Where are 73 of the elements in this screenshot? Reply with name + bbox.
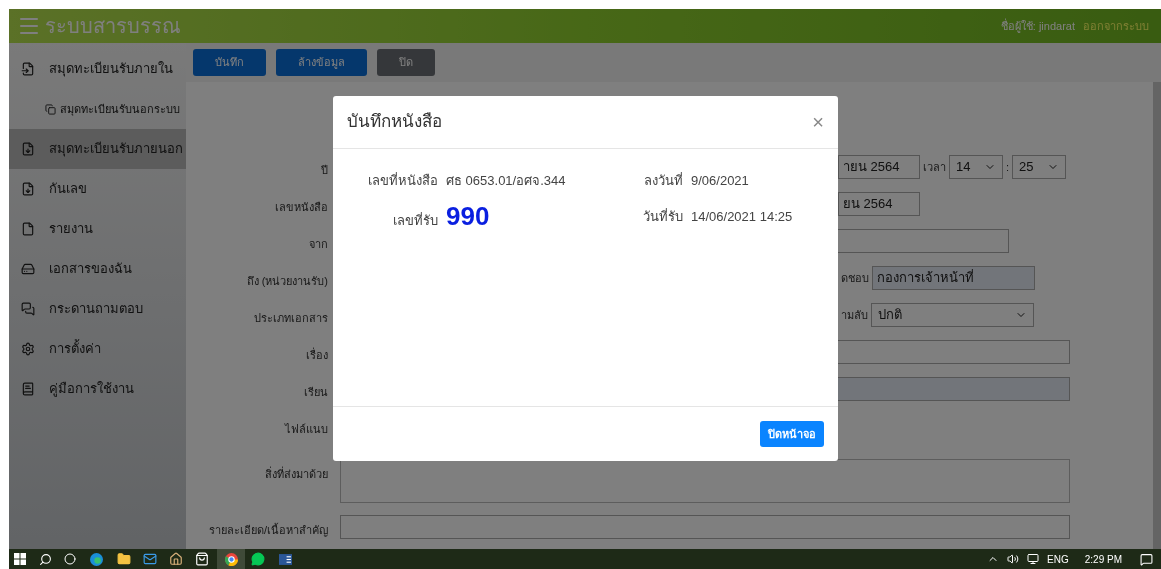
- chat-icon: [21, 302, 35, 316]
- form-label: จาก: [309, 237, 328, 252]
- info-label: วันที่รับ: [642, 207, 683, 227]
- info-value: 14/06/2021 14:25: [691, 208, 793, 227]
- info-value: ศธ 0653.01/อศจ.344: [446, 172, 566, 191]
- book-icon: [21, 382, 35, 396]
- toolbar-button[interactable]: บันทึก: [193, 49, 266, 76]
- chrome-icon[interactable]: [224, 552, 238, 566]
- form-label: ไฟล์แนบ: [285, 422, 328, 437]
- close-screen-button[interactable]: ปิดหน้าจอ: [760, 421, 824, 447]
- app-title: ระบบสารบรรณ: [45, 14, 181, 39]
- settings-icon: [21, 342, 35, 356]
- textarea-field[interactable]: [340, 459, 1070, 503]
- chat-bubble-icon[interactable]: [251, 552, 265, 566]
- sidebar-item[interactable]: การตั้งค่า: [9, 329, 186, 369]
- select-field[interactable]: ปกติ: [871, 303, 1034, 327]
- form-label: เลขหนังสือ: [275, 200, 328, 215]
- sidebar-item[interactable]: สมุดทะเบียนรับนอกระบบ: [9, 89, 186, 129]
- info-value: 990: [446, 203, 490, 230]
- sidebar-item[interactable]: เอกสารของฉัน: [9, 249, 186, 289]
- form-label: เรื่อง: [306, 347, 328, 363]
- speaker-icon[interactable]: [1007, 553, 1020, 565]
- text-field[interactable]: ยน 2564: [838, 192, 920, 216]
- mail-icon[interactable]: [143, 552, 157, 566]
- network-icon[interactable]: [1027, 553, 1040, 565]
- bag-icon[interactable]: [195, 552, 209, 566]
- sidebar-item[interactable]: คู่มือการใช้งาน: [9, 369, 186, 409]
- file-arrow-icon: [21, 62, 35, 76]
- sidebar-item[interactable]: กระดานถามตอบ: [9, 289, 186, 329]
- sidebar-item[interactable]: สมุดทะเบียนรับภายใน: [9, 49, 186, 89]
- clock[interactable]: 2:29 PM: [1084, 551, 1122, 567]
- file-arrow-icon: [21, 182, 35, 196]
- folder-icon[interactable]: [117, 552, 131, 566]
- select-field[interactable]: 25: [1012, 155, 1067, 179]
- document-icon[interactable]: [279, 552, 292, 566]
- select-field[interactable]: 14: [949, 155, 1003, 179]
- windows-icon[interactable]: [14, 553, 26, 565]
- form-label: รายละเอียด/เนื้อหาสำคัญ: [208, 522, 328, 539]
- text-field[interactable]: ายน 2564: [838, 155, 920, 179]
- info-label: เลขที่หนังสือ: [367, 171, 438, 191]
- form-label: ปี: [321, 163, 328, 178]
- field-label: ามลับ: [841, 307, 868, 323]
- form-label: เรียน: [304, 385, 328, 400]
- circle-icon[interactable]: [64, 553, 76, 565]
- field-label: เวลา: [923, 159, 946, 175]
- text-field[interactable]: [340, 515, 1070, 539]
- scrollbar[interactable]: [1153, 82, 1161, 549]
- sidebar-item[interactable]: รายงาน: [9, 209, 186, 249]
- user-name: ชื่อผู้ใช้: jindarat: [1000, 17, 1075, 35]
- toolbar-button[interactable]: ล้างข้อมูล: [276, 49, 367, 76]
- sidebar-item[interactable]: กันเลข: [9, 169, 186, 209]
- form-label: ถึง (หน่วยงานรับ): [246, 274, 328, 289]
- field-label: ดชอบ: [841, 270, 869, 286]
- file-arrow-icon: [21, 142, 35, 156]
- info-value: 9/06/2021: [691, 172, 749, 191]
- form-label: สิ่งที่ส่งมาด้วย: [265, 466, 328, 482]
- close-button[interactable]: ×: [812, 112, 824, 132]
- drive-icon: [21, 262, 35, 276]
- form-label: ประเภทเอกสาร: [254, 311, 328, 326]
- sidebar-item[interactable]: สมุดทะเบียนรับภายนอก: [9, 129, 186, 169]
- file-icon: [21, 222, 35, 236]
- info-label: เลขที่รับ: [392, 211, 438, 231]
- copy-icon: [45, 103, 56, 115]
- field-label: :: [1006, 159, 1010, 175]
- info-label: ลงวันที่: [643, 171, 683, 191]
- text-field[interactable]: กองการเจ้าหน้าที่: [872, 266, 1035, 290]
- house-icon[interactable]: [169, 552, 183, 566]
- notification-icon[interactable]: [1140, 552, 1153, 566]
- search-icon[interactable]: [39, 552, 52, 566]
- toolbar-button[interactable]: ปิด: [377, 49, 435, 76]
- browser-icon[interactable]: [90, 552, 103, 566]
- modal-title: บันทึกหนังสือ: [347, 111, 442, 134]
- language-indicator[interactable]: ENG: [1047, 551, 1069, 567]
